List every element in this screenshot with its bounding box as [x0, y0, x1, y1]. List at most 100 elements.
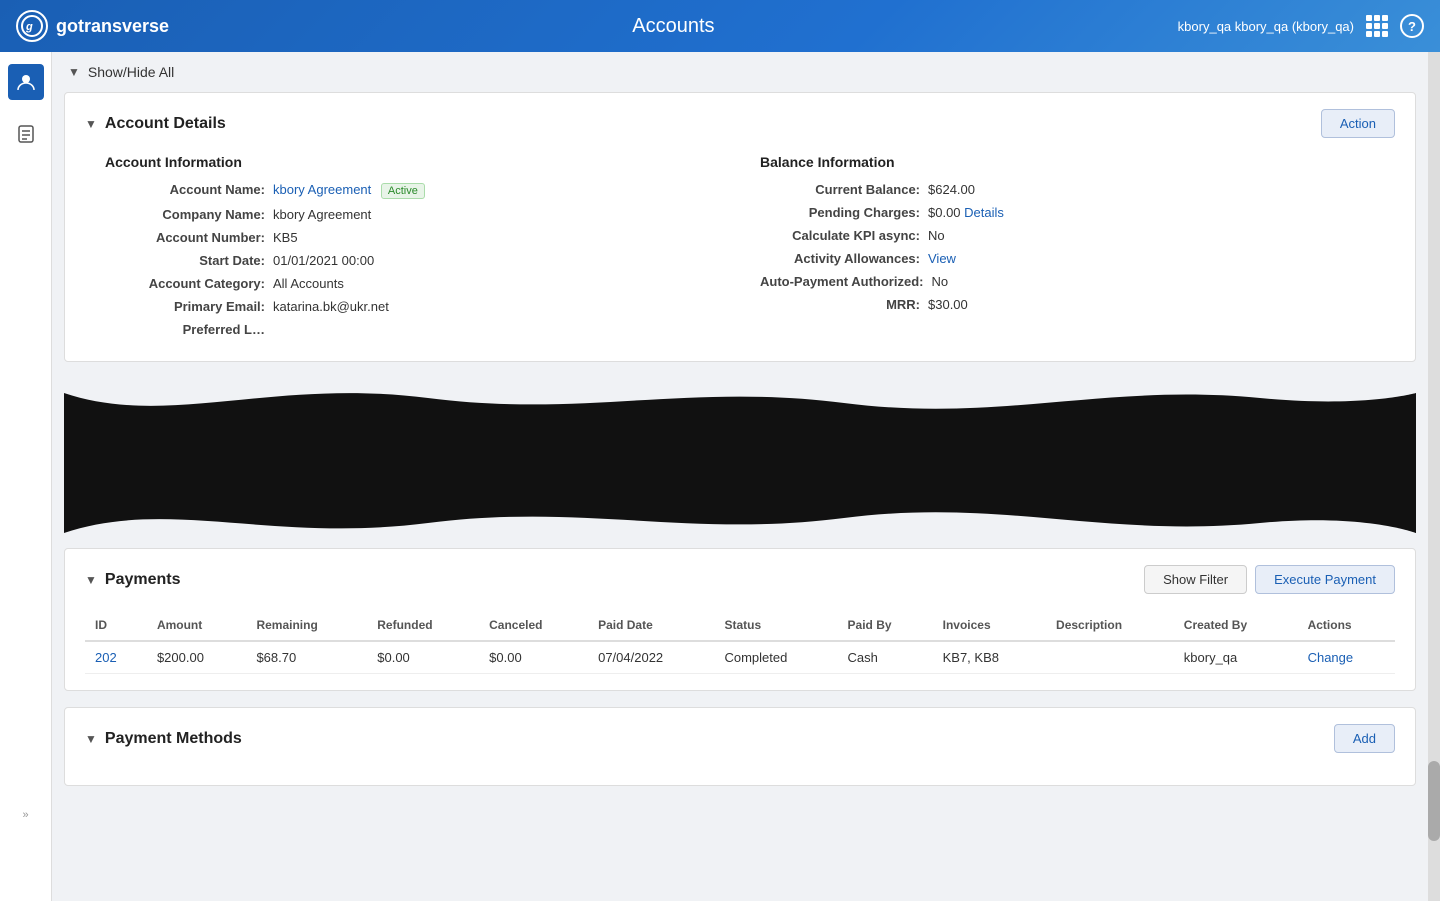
user-menu[interactable]: kbory_qa kbory_qa (kbory_qa) [1178, 19, 1354, 34]
scrollbar-thumb[interactable] [1428, 761, 1440, 841]
field-value-account-name: kbory Agreement Active [273, 182, 425, 199]
sidebar-collapse[interactable]: » [22, 809, 28, 821]
nav-right: kbory_qa kbory_qa (kbory_qa) ? [1178, 14, 1424, 38]
sidebar-item-documents[interactable] [8, 116, 44, 152]
logo-icon: g [16, 10, 48, 42]
activity-allowances-link[interactable]: View [928, 251, 956, 266]
cell-id: 202 [85, 641, 147, 674]
black-bar [64, 438, 1416, 488]
field-value-current-balance: $624.00 [928, 182, 975, 197]
field-value-autopayment: No [931, 274, 948, 289]
pending-charges-details-link[interactable]: Details [964, 205, 1004, 220]
payment-methods-header: ▼ Payment Methods Add [85, 724, 1395, 753]
cell-paid-date: 07/04/2022 [588, 641, 714, 674]
payments-card: ▼ Payments Show Filter Execute Payment I… [64, 548, 1416, 691]
payments-header: ▼ Payments Show Filter Execute Payment [85, 565, 1395, 594]
account-details-arrow: ▼ [85, 117, 97, 131]
field-label-preferred: Preferred L… [105, 322, 265, 337]
payment-methods-title: Payment Methods [105, 730, 242, 748]
help-button[interactable]: ? [1400, 14, 1424, 38]
col-amount: Amount [147, 610, 247, 641]
field-value-category: All Accounts [273, 276, 344, 291]
cell-invoices: KB7, KB8 [933, 641, 1046, 674]
field-value-kpi-async: No [928, 228, 945, 243]
field-label-start-date: Start Date: [105, 253, 265, 268]
show-filter-button[interactable]: Show Filter [1144, 565, 1247, 594]
field-kpi-async: Calculate KPI async: No [760, 228, 1375, 243]
payments-title-group[interactable]: ▼ Payments [85, 571, 180, 589]
cell-canceled: $0.00 [479, 641, 588, 674]
wave-divider-top [64, 378, 1416, 438]
page-title: Accounts [169, 15, 1178, 38]
field-start-date: Start Date: 01/01/2021 00:00 [105, 253, 720, 268]
sidebar-item-users[interactable] [8, 64, 44, 100]
field-value-mrr: $30.00 [928, 297, 968, 312]
payment-id-link[interactable]: 202 [95, 650, 117, 665]
main-content: ▼ Show/Hide All ▼ Account Details Action… [52, 52, 1428, 822]
field-value-activity-allowances: View [928, 251, 956, 266]
field-company-name: Company Name: kbory Agreement [105, 207, 720, 222]
logo[interactable]: g gotransverse [16, 10, 169, 42]
payment-change-link[interactable]: Change [1308, 650, 1354, 665]
col-actions: Actions [1298, 610, 1395, 641]
field-mrr: MRR: $30.00 [760, 297, 1375, 312]
payment-methods-card: ▼ Payment Methods Add [64, 707, 1416, 786]
field-pending-charges: Pending Charges: $0.00 Details [760, 205, 1375, 220]
add-payment-method-button[interactable]: Add [1334, 724, 1395, 753]
field-current-balance: Current Balance: $624.00 [760, 182, 1375, 197]
cell-description [1046, 641, 1174, 674]
field-label-account-number: Account Number: [105, 230, 265, 245]
cell-refunded: $0.00 [367, 641, 479, 674]
account-details-title: Account Details [105, 115, 226, 133]
field-account-name: Account Name: kbory Agreement Active [105, 182, 720, 199]
left-sidebar: » [0, 52, 52, 901]
payments-title: Payments [105, 571, 181, 589]
field-label-category: Account Category: [105, 276, 265, 291]
execute-payment-button[interactable]: Execute Payment [1255, 565, 1395, 594]
col-paid-date: Paid Date [588, 610, 714, 641]
field-label-activity-allowances: Activity Allowances: [760, 251, 920, 266]
logo-text: gotransverse [56, 16, 169, 37]
field-value-account-number: KB5 [273, 230, 298, 245]
payments-table-header: ID Amount Remaining Refunded Canceled Pa… [85, 610, 1395, 641]
svg-text:g: g [25, 21, 33, 33]
field-label-current-balance: Current Balance: [760, 182, 920, 197]
show-hide-label: Show/Hide All [88, 64, 174, 80]
field-value-company: kbory Agreement [273, 207, 371, 222]
field-activity-allowances: Activity Allowances: View [760, 251, 1375, 266]
action-button[interactable]: Action [1321, 109, 1395, 138]
details-grid: Account Information Account Name: kbory … [85, 154, 1395, 345]
account-name-link[interactable]: kbory Agreement [273, 182, 371, 197]
field-primary-email: Primary Email: katarina.bk@ukr.net [105, 299, 720, 314]
grid-icon[interactable] [1366, 15, 1388, 37]
payments-table: ID Amount Remaining Refunded Canceled Pa… [85, 610, 1395, 674]
field-value-pending-charges: $0.00 Details [928, 205, 1004, 220]
top-navigation: g gotransverse Accounts kbory_qa kbory_q… [0, 0, 1440, 52]
cell-actions: Change [1298, 641, 1395, 674]
field-account-number: Account Number: KB5 [105, 230, 720, 245]
payments-table-body: 202 $200.00 $68.70 $0.00 $0.00 07/04/202… [85, 641, 1395, 674]
account-details-title-group[interactable]: ▼ Account Details [85, 115, 226, 133]
col-refunded: Refunded [367, 610, 479, 641]
payments-arrow: ▼ [85, 573, 97, 587]
cell-created-by: kbory_qa [1174, 641, 1298, 674]
payment-methods-title-group[interactable]: ▼ Payment Methods [85, 730, 242, 748]
field-label-mrr: MRR: [760, 297, 920, 312]
balance-info-title: Balance Information [760, 154, 1375, 170]
scrollbar[interactable] [1428, 52, 1440, 901]
col-canceled: Canceled [479, 610, 588, 641]
cell-paid-by: Cash [838, 641, 933, 674]
field-label-autopayment: Auto-Payment Authorized: [760, 274, 923, 289]
col-created-by: Created By [1174, 610, 1298, 641]
wave-divider-bottom [64, 488, 1416, 548]
col-description: Description [1046, 610, 1174, 641]
account-status-badge: Active [381, 183, 425, 199]
field-label-email: Primary Email: [105, 299, 265, 314]
field-value-start-date: 01/01/2021 00:00 [273, 253, 374, 268]
show-hide-all[interactable]: ▼ Show/Hide All [52, 52, 1428, 92]
field-label-account-name: Account Name: [105, 182, 265, 197]
col-remaining: Remaining [246, 610, 367, 641]
account-info-section: Account Information Account Name: kbory … [105, 154, 720, 345]
account-details-header: ▼ Account Details Action [85, 109, 1395, 138]
account-details-card: ▼ Account Details Action Account Informa… [64, 92, 1416, 362]
